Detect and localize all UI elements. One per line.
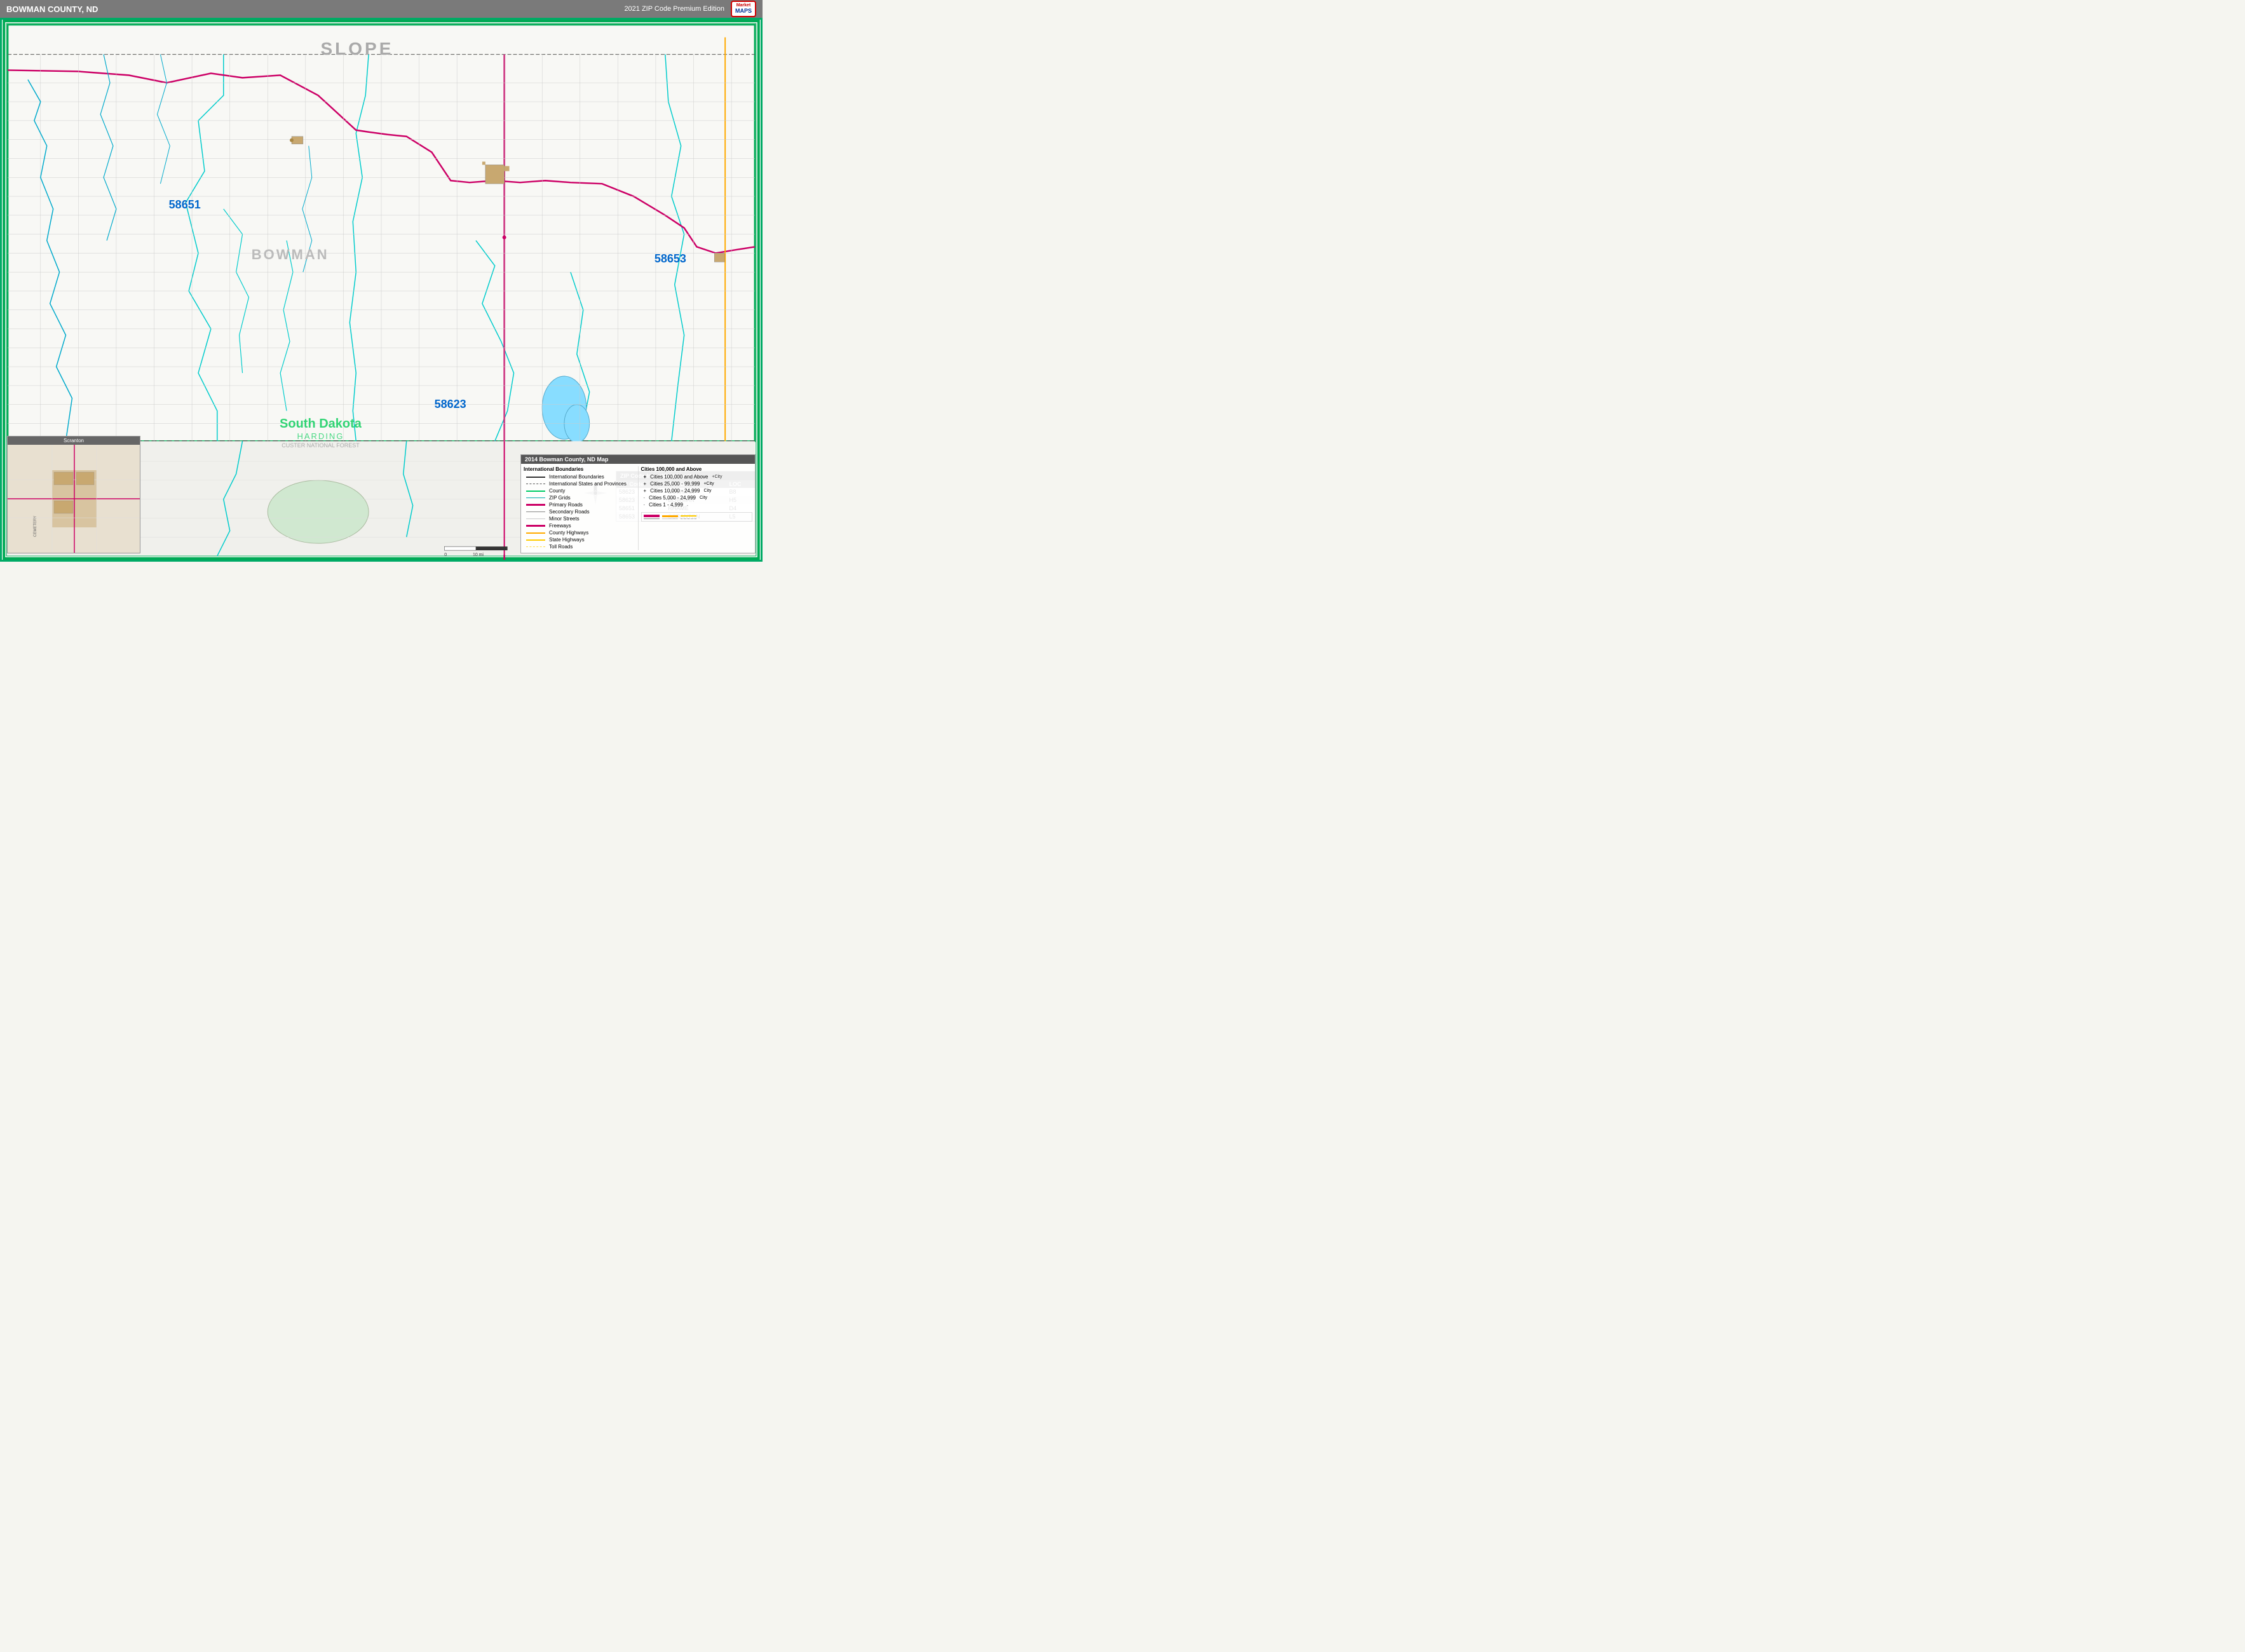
inset-title: Scranton: [8, 437, 140, 445]
legend-row-toll: Toll Roads: [524, 543, 635, 550]
city-10k-indicator: +: [644, 488, 647, 494]
legend-primary-label: Primary Roads: [549, 502, 583, 508]
legend-county-hwy-label: County Highways: [549, 530, 588, 536]
sample-roads: [641, 512, 753, 522]
city-25k-label: Cities 25,000 - 99,999: [650, 481, 700, 487]
harding-label: HARDING: [280, 431, 362, 441]
city-100k-label: Cities 100,000 and Above: [650, 474, 708, 480]
sample-freeway-row: [644, 515, 750, 517]
legend-city-header: Cities 100,000 and Above: [641, 466, 753, 472]
city-1k-label: Cities 1 - 4,999: [649, 502, 683, 508]
legend-minor-label: Minor Streets: [549, 516, 580, 522]
svg-text:CEMETERY: CEMETERY: [34, 516, 37, 537]
legend-toll-label: Toll Roads: [549, 544, 573, 550]
legend-row-states: International States and Provinces: [524, 480, 635, 487]
state-name: South Dakota: [280, 417, 362, 431]
city-5k-indicator: ·: [644, 495, 646, 501]
legend-row-state-hwy: State Highways: [524, 536, 635, 543]
city-100k-indicator: +: [644, 474, 647, 480]
market-maps-logo: Market MAPS: [731, 1, 756, 17]
slope-county-label: SLOPE: [320, 39, 393, 59]
legend-city-10k: + Cities 10,000 - 24,999 City: [641, 487, 753, 494]
svg-text:10 mi: 10 mi: [473, 553, 484, 557]
header-bar: BOWMAN COUNTY, ND 2021 ZIP Code Premium …: [0, 0, 763, 18]
svg-text:0: 0: [444, 553, 447, 557]
bowman-county-label: BOWMAN: [252, 247, 329, 263]
legend-freeway-label: Freeways: [549, 523, 571, 529]
city-10k-label: Cities 10,000 - 24,999: [650, 488, 700, 494]
legend-header: 2014 Bowman County, ND Map: [521, 455, 755, 464]
city-25k-indicator: +: [644, 481, 647, 487]
map-container: CEMETERY 0 10 mi SLOPE BOWMAN 58651 5862…: [0, 18, 763, 562]
inset-map: Scranton CEMETERY: [7, 436, 140, 553]
county-title: BOWMAN COUNTY, ND: [6, 4, 98, 14]
legend-row-minor: Minor Streets: [524, 515, 635, 522]
custer-label: CUSTER NATIONAL FOREST: [280, 442, 362, 449]
edition-label: 2021 ZIP Code Premium Edition: [624, 5, 724, 13]
legend-intl-label: International Boundaries: [549, 474, 604, 480]
inset-svg: CEMETERY: [8, 445, 140, 553]
sample-road-row: [644, 518, 750, 519]
legend-secondary-label: Secondary Roads: [549, 509, 590, 515]
map-legend: 2014 Bowman County, ND Map International…: [520, 454, 756, 553]
legend-city-100k: + Cities 100,000 and Above +City: [641, 473, 753, 480]
legend-row-secondary: Secondary Roads: [524, 508, 635, 515]
city-1k-indicator: ·: [644, 502, 646, 508]
legend-row-county: County: [524, 487, 635, 494]
legend-row-county-hwy: County Highways: [524, 529, 635, 536]
city-5k-label: Cities 5,000 - 24,999: [649, 495, 696, 501]
legend-row-primary: Primary Roads: [524, 501, 635, 508]
legend-state-hwy-label: State Highways: [549, 537, 585, 543]
legend-zip-label: ZIP Grids: [549, 495, 571, 501]
logo-maps: MAPS: [735, 8, 752, 15]
legend-city-25k: + Cities 25,000 - 99,999 +City: [641, 480, 753, 487]
legend-states-label: International States and Provinces: [549, 481, 627, 487]
legend-boundaries-header: International Boundaries: [524, 466, 635, 472]
legend-city-1k: · Cities 1 - 4,999 .: [641, 501, 753, 508]
legend-row-freeway: Freeways: [524, 522, 635, 529]
legend-row-zip: ZIP Grids: [524, 494, 635, 501]
legend-county-label: County: [549, 488, 565, 494]
legend-city-5k: · Cities 5,000 - 24,999 City: [641, 494, 753, 501]
legend-row-intl: International Boundaries: [524, 473, 635, 480]
south-dakota-label: South Dakota HARDING CUSTER NATIONAL FOR…: [280, 417, 362, 449]
header-right: 2021 ZIP Code Premium Edition Market MAP…: [624, 1, 756, 17]
